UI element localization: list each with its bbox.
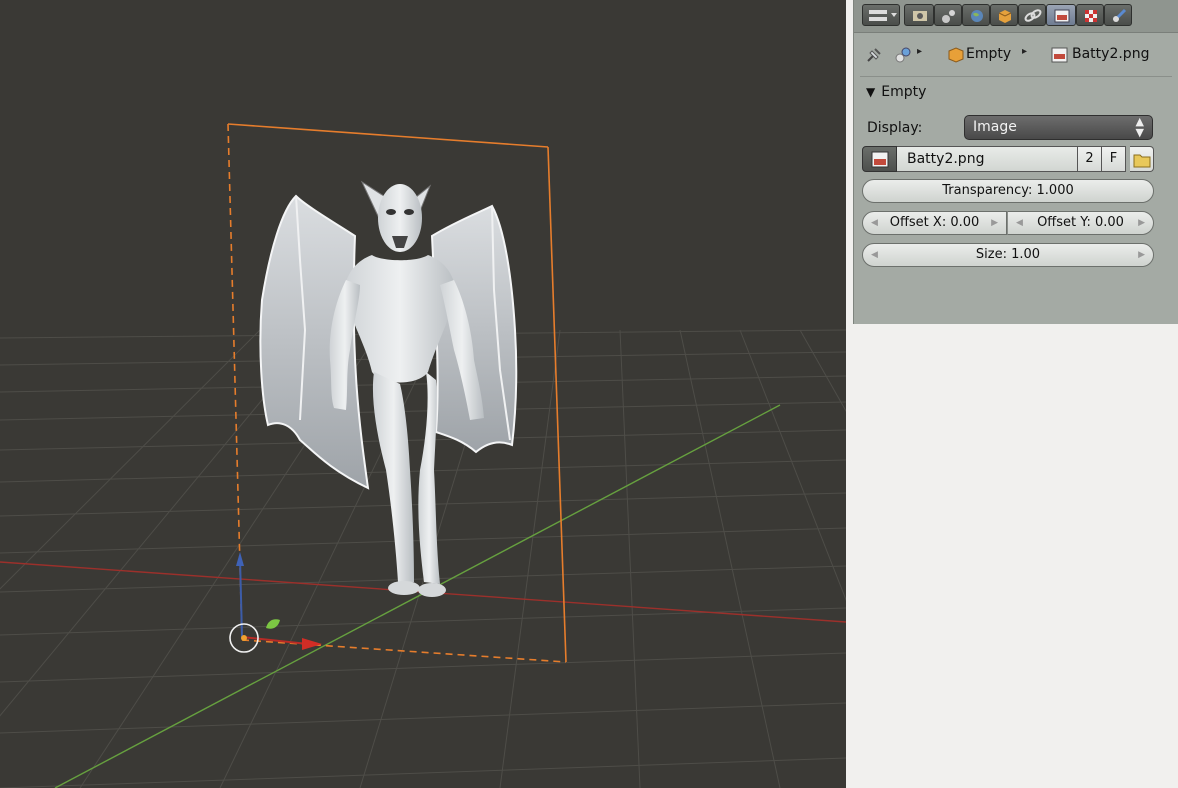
fake-user-button[interactable]: F bbox=[1102, 146, 1126, 172]
collapse-triangle-icon: ▼ bbox=[866, 85, 876, 99]
image-datablock-selector: Batty2.png 2 F bbox=[862, 146, 1154, 172]
empty-object-icon bbox=[946, 45, 966, 69]
image-name-field[interactable]: Batty2.png bbox=[897, 146, 1078, 172]
viewport-canvas bbox=[0, 123, 846, 788]
decrement-arrow-icon: ◀ bbox=[871, 218, 878, 228]
scene-icon[interactable] bbox=[934, 4, 962, 26]
folder-icon bbox=[1133, 154, 1151, 168]
render-icon[interactable] bbox=[904, 4, 934, 26]
breadcrumb-arrow-icon: ▸ bbox=[917, 46, 923, 57]
offset-x-field[interactable]: ◀ Offset X: 0.00 ▶ bbox=[862, 211, 1007, 235]
constraints-icon[interactable] bbox=[1018, 4, 1046, 26]
breadcrumb-arrow-icon: ▸ bbox=[1022, 46, 1028, 57]
background-text bbox=[868, 340, 881, 386]
y-axis-line bbox=[54, 404, 781, 788]
breadcrumb-image-label: Batty2.png bbox=[1072, 46, 1150, 62]
offset-y-field[interactable]: ◀ Offset Y: 0.00 ▶ bbox=[1007, 211, 1154, 235]
texture-icon[interactable] bbox=[1076, 4, 1104, 26]
transparency-slider[interactable]: Transparency: 1.000 bbox=[862, 179, 1154, 203]
physics-icon[interactable] bbox=[1104, 4, 1132, 26]
batty-reference-image bbox=[259, 180, 518, 597]
users-count-button[interactable]: 2 bbox=[1078, 146, 1102, 172]
3d-viewport[interactable] bbox=[0, 0, 846, 788]
increment-arrow-icon: ▶ bbox=[1138, 250, 1145, 260]
updown-arrows-icon: ▲ ▼ bbox=[1135, 115, 1144, 139]
decrement-arrow-icon: ◀ bbox=[871, 250, 878, 260]
size-field[interactable]: ◀ Size: 1.00 ▶ bbox=[862, 243, 1154, 267]
transform-manipulator[interactable] bbox=[229, 552, 322, 653]
decrement-arrow-icon: ◀ bbox=[1016, 218, 1023, 228]
world-icon[interactable] bbox=[962, 4, 990, 26]
scene-icon bbox=[892, 45, 914, 69]
display-value: Image bbox=[973, 119, 1017, 135]
divider bbox=[860, 76, 1172, 77]
image-browse-button[interactable] bbox=[862, 146, 897, 172]
properties-tab-bar bbox=[854, 0, 1178, 33]
section-header[interactable]: ▼ Empty bbox=[866, 84, 926, 100]
display-label: Display: bbox=[867, 120, 923, 136]
editor-type-icon[interactable] bbox=[862, 4, 900, 26]
increment-arrow-icon: ▶ bbox=[991, 218, 998, 228]
object-data-image-icon[interactable] bbox=[1046, 4, 1076, 26]
section-title: Empty bbox=[881, 84, 927, 100]
display-type-dropdown[interactable]: Image ▲ ▼ bbox=[964, 115, 1153, 140]
properties-panel: ▸ Empty ▸ Batty2.png ▼ Empty Display: Ima… bbox=[853, 0, 1178, 324]
image-data-icon bbox=[1050, 45, 1070, 69]
breadcrumb-object-label: Empty bbox=[966, 46, 1012, 62]
increment-arrow-icon: ▶ bbox=[1138, 218, 1145, 228]
offset-y-value: Offset Y: 0.00 bbox=[1037, 215, 1124, 230]
object-icon[interactable] bbox=[990, 4, 1018, 26]
breadcrumb: ▸ Empty ▸ Batty2.png bbox=[854, 38, 1178, 72]
size-value: Size: 1.00 bbox=[975, 247, 1041, 262]
open-image-button[interactable] bbox=[1130, 146, 1154, 172]
pin-icon[interactable] bbox=[864, 45, 884, 69]
offset-x-value: Offset X: 0.00 bbox=[889, 215, 980, 230]
